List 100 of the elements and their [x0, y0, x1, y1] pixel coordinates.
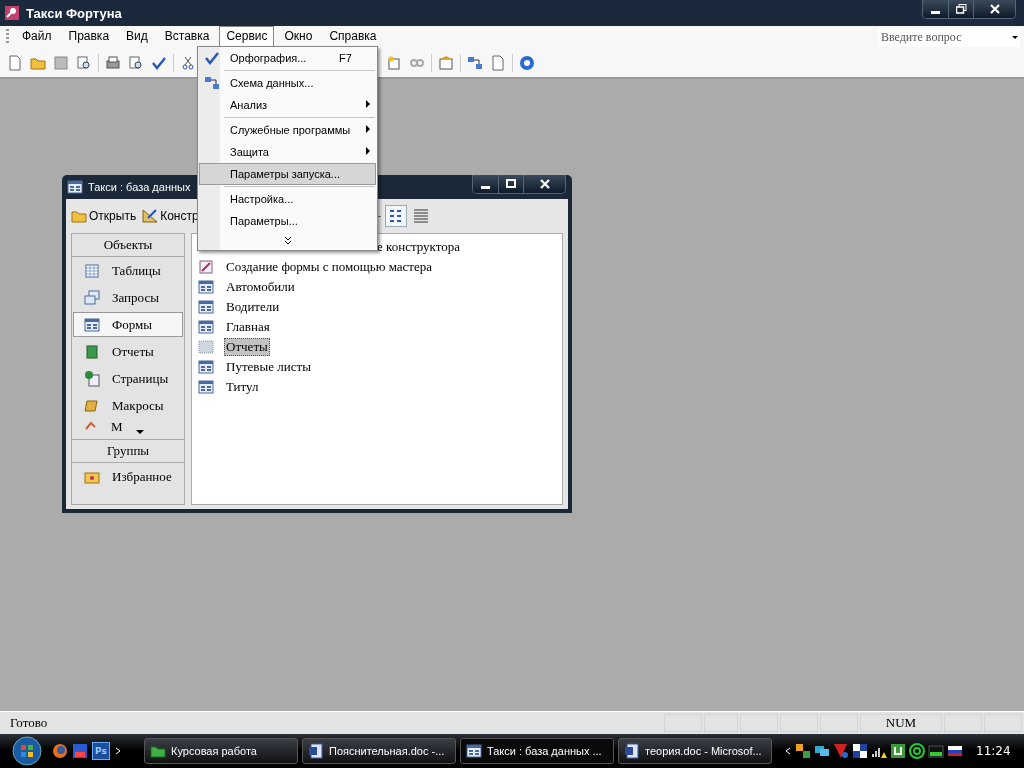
object-item[interactable]: Формы	[73, 312, 183, 337]
toolbar-button[interactable]	[518, 53, 536, 72]
group-item[interactable]: Избранное	[73, 464, 183, 489]
taskbar-button[interactable]: Такси : база данных ...	[460, 738, 614, 764]
russian-flag-icon	[947, 743, 963, 759]
menu-item[interactable]: Анализ	[199, 94, 376, 116]
object-item[interactable]: Запросы	[73, 285, 183, 310]
list-item[interactable]: Путевые листы	[224, 358, 313, 376]
submenu-arrow-icon	[363, 99, 373, 109]
menu-item[interactable]: Вид	[119, 26, 155, 48]
object-item[interactable]: М	[72, 419, 184, 435]
close-icon	[539, 179, 550, 189]
menu-item[interactable]: Параметры...	[199, 210, 376, 232]
floppy-icon	[53, 54, 69, 71]
taskbar-button[interactable]: Курсовая работа	[144, 738, 298, 764]
close-icon	[989, 4, 1000, 14]
book-icon	[84, 343, 100, 360]
table-icon	[84, 262, 100, 279]
scroll-icon	[84, 397, 100, 414]
submenu-arrow-icon	[363, 146, 373, 156]
scroll-down-icon[interactable]	[136, 430, 144, 435]
window-title: Такси Фортуна	[26, 5, 123, 21]
status-text: Готово	[9, 715, 49, 731]
form-icon	[198, 319, 214, 335]
photoshop-icon[interactable]: Ps	[92, 742, 110, 760]
queries-icon	[84, 289, 100, 306]
network-icon	[795, 743, 811, 759]
toolbar-button[interactable]: Открыть	[71, 208, 137, 224]
menu-item[interactable]: Окно	[277, 26, 320, 48]
details-icon	[413, 208, 429, 224]
chevron-left-icon[interactable]	[784, 746, 792, 756]
taskbar-button[interactable]: Пояснительная.doc -...	[302, 738, 456, 764]
document-icon	[308, 743, 324, 759]
list-item[interactable]: е конструктора	[375, 238, 462, 256]
menu-item[interactable]: Правка	[61, 26, 117, 48]
objects-header[interactable]: Объекты	[72, 234, 184, 257]
scissors-icon	[180, 54, 196, 71]
minimize-button[interactable]	[473, 175, 498, 193]
spellcheck-icon	[204, 50, 220, 66]
monitors-icon	[814, 743, 830, 759]
key-icon	[4, 5, 20, 21]
relations-icon	[467, 54, 483, 71]
grid-icon	[198, 339, 214, 355]
list-icon	[388, 208, 404, 224]
form-icon	[198, 379, 214, 395]
new-page-icon	[7, 54, 23, 71]
list-item[interactable]: Создание формы с помощью мастера	[224, 258, 435, 276]
form-icon	[198, 359, 214, 375]
list-item[interactable]: Титул	[224, 378, 261, 396]
menu-item[interactable]: Служебные программы	[199, 119, 376, 141]
object-item[interactable]: Таблицы	[73, 258, 183, 283]
form-icon	[198, 279, 214, 295]
groups-header[interactable]: Группы	[72, 439, 184, 463]
magnifier-icon	[128, 54, 144, 71]
menu-item[interactable]: Сервис	[219, 26, 275, 48]
menu-item[interactable]: Защита	[199, 141, 376, 163]
object-item[interactable]: Отчеты	[73, 339, 183, 364]
toolbar-button[interactable]	[75, 53, 93, 72]
relations-icon	[204, 75, 220, 91]
document-icon	[624, 743, 640, 759]
num-lock-indicator: NUM	[860, 714, 942, 732]
menu-item[interactable]: Справка	[322, 26, 384, 48]
wizard-icon	[198, 259, 214, 275]
list-item[interactable]: Автомобили	[224, 278, 297, 296]
menu-item[interactable]: Орфография... F7	[199, 47, 376, 69]
clock: 11:24	[976, 744, 1011, 758]
minimize-button[interactable]	[923, 0, 948, 18]
list-view-button[interactable]	[385, 205, 407, 227]
toolbar-button[interactable]	[104, 53, 122, 72]
folder-icon	[150, 743, 166, 759]
menu-item[interactable]: Файл	[15, 26, 59, 48]
globe-page-icon	[84, 370, 100, 387]
folder-icon	[71, 208, 87, 224]
help-search-field[interactable]: Введите вопрос	[878, 27, 1020, 47]
toolbar-button[interactable]	[127, 53, 145, 72]
taskbar-button[interactable]: теория.doc - Microsof...	[618, 738, 772, 764]
list-item[interactable]: Отчеты	[224, 338, 270, 356]
chevron-right-icon[interactable]	[114, 746, 122, 756]
form-icon	[198, 299, 214, 315]
magnifier-icon	[76, 54, 92, 71]
menu-item[interactable]: Параметры запуска...	[199, 163, 376, 185]
menu-item[interactable]: Схема данных...	[199, 72, 376, 94]
expand-chevron-icon[interactable]	[282, 236, 293, 246]
maximize-button[interactable]	[498, 175, 523, 193]
object-item[interactable]: Страницы	[73, 366, 183, 391]
menu-item[interactable]: Вставка	[157, 26, 217, 48]
close-button[interactable]	[973, 0, 1015, 18]
floppy-icon	[72, 743, 88, 759]
toolbar-button[interactable]: Констр	[142, 208, 199, 224]
menu-item[interactable]: Настройка...	[199, 188, 376, 210]
form-icon	[67, 179, 83, 195]
maximize-icon	[506, 179, 516, 189]
close-button[interactable]	[523, 175, 565, 193]
list-item[interactable]: Водители	[224, 298, 282, 316]
minimize-icon	[931, 11, 940, 14]
restore-button[interactable]	[948, 0, 973, 18]
object-item[interactable]: Макросы	[73, 393, 183, 418]
list-item[interactable]: Главная	[224, 318, 272, 336]
form-icon	[466, 743, 482, 759]
wand-icon	[386, 54, 402, 71]
